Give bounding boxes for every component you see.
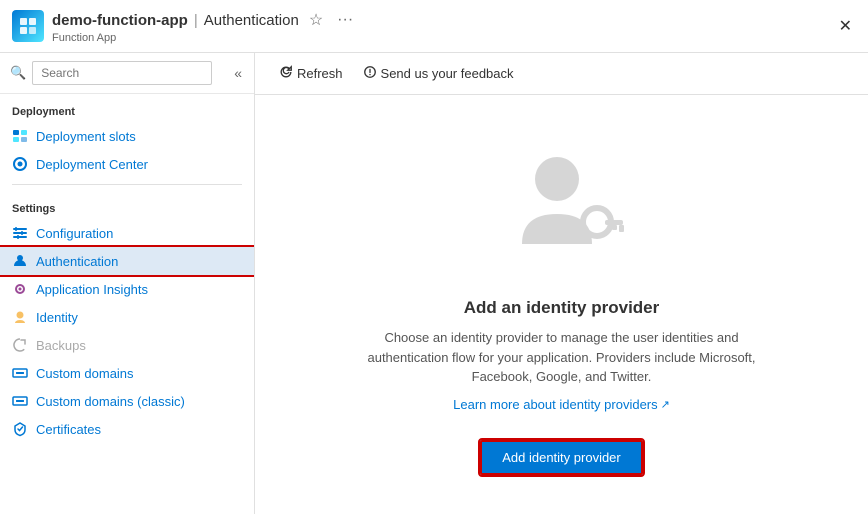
sidebar-item-application-insights[interactable]: Application Insights bbox=[0, 275, 254, 303]
identity-icon bbox=[12, 309, 28, 325]
content-area: Refresh Send us your feedback bbox=[255, 53, 868, 514]
deployment-center-label: Deployment Center bbox=[36, 157, 148, 172]
title-separator: | bbox=[194, 12, 198, 29]
feedback-icon bbox=[363, 65, 377, 82]
deployment-slots-icon bbox=[12, 128, 28, 144]
identity-label: Identity bbox=[36, 310, 78, 325]
sidebar-item-backups: Backups bbox=[0, 331, 254, 359]
identity-illustration bbox=[492, 134, 632, 274]
sidebar-item-custom-domains[interactable]: Custom domains bbox=[0, 359, 254, 387]
learn-more-link[interactable]: Learn more about identity providers ↗ bbox=[453, 397, 670, 412]
more-button[interactable]: ··· bbox=[333, 9, 357, 31]
settings-divider bbox=[12, 184, 242, 185]
certificates-icon bbox=[12, 421, 28, 437]
content-title: Add an identity provider bbox=[464, 298, 660, 318]
collapse-sidebar-button[interactable]: « bbox=[232, 63, 244, 83]
search-input[interactable] bbox=[32, 61, 212, 85]
sidebar-item-deployment-center[interactable]: Deployment Center bbox=[0, 150, 254, 178]
content-main: Add an identity provider Choose an ident… bbox=[255, 95, 868, 514]
refresh-icon bbox=[279, 65, 293, 82]
configuration-icon bbox=[12, 225, 28, 241]
content-description: Choose an identity provider to manage th… bbox=[352, 328, 772, 387]
sidebar-item-configuration[interactable]: Configuration bbox=[0, 219, 254, 247]
sidebar-item-custom-domains-classic[interactable]: Custom domains (classic) bbox=[0, 387, 254, 415]
application-insights-label: Application Insights bbox=[36, 282, 148, 297]
custom-domains-icon bbox=[12, 365, 28, 381]
custom-domains-label: Custom domains bbox=[36, 366, 134, 381]
authentication-label: Authentication bbox=[36, 254, 118, 269]
section-label-deployment: Deployment bbox=[0, 94, 254, 122]
close-button[interactable]: ✕ bbox=[835, 14, 856, 38]
deployment-slots-label: Deployment slots bbox=[36, 129, 136, 144]
learn-more-label: Learn more about identity providers bbox=[453, 397, 658, 412]
sidebar-scroll: Deployment Deployment slots Deployment C… bbox=[0, 94, 254, 514]
add-identity-provider-button[interactable]: Add identity provider bbox=[480, 440, 643, 475]
sub-title: Function App bbox=[52, 32, 357, 44]
sidebar-item-certificates[interactable]: Certificates bbox=[0, 415, 254, 443]
page-name: Authentication bbox=[204, 12, 299, 29]
authentication-icon bbox=[12, 253, 28, 269]
certificates-label: Certificates bbox=[36, 422, 101, 437]
app-name: demo-function-app bbox=[52, 12, 188, 29]
search-icon: 🔍 bbox=[10, 65, 26, 81]
custom-domains-classic-label: Custom domains (classic) bbox=[36, 394, 185, 409]
toolbar: Refresh Send us your feedback bbox=[255, 53, 868, 95]
feedback-label: Send us your feedback bbox=[381, 66, 514, 81]
refresh-label: Refresh bbox=[297, 66, 343, 81]
section-label-settings: Settings bbox=[0, 191, 254, 219]
sidebar-item-identity[interactable]: Identity bbox=[0, 303, 254, 331]
custom-domains-classic-icon bbox=[12, 393, 28, 409]
deployment-center-icon bbox=[12, 156, 28, 172]
star-button[interactable]: ☆ bbox=[305, 8, 327, 32]
sidebar: 🔍 « Deployment Deployment slots Deployme… bbox=[0, 53, 255, 514]
backups-icon bbox=[12, 337, 28, 353]
title-bar: demo-function-app | Authentication ☆ ···… bbox=[0, 0, 868, 53]
refresh-button[interactable]: Refresh bbox=[271, 61, 351, 86]
app-icon bbox=[12, 10, 44, 42]
sidebar-search-bar: 🔍 « bbox=[0, 53, 254, 94]
sidebar-item-authentication[interactable]: Authentication bbox=[0, 247, 254, 275]
main-container: 🔍 « Deployment Deployment slots Deployme… bbox=[0, 53, 868, 514]
sidebar-item-deployment-slots[interactable]: Deployment slots bbox=[0, 122, 254, 150]
configuration-label: Configuration bbox=[36, 226, 113, 241]
feedback-button[interactable]: Send us your feedback bbox=[355, 61, 522, 86]
application-insights-icon bbox=[12, 281, 28, 297]
external-link-icon: ↗ bbox=[661, 398, 670, 411]
backups-label: Backups bbox=[36, 338, 86, 353]
